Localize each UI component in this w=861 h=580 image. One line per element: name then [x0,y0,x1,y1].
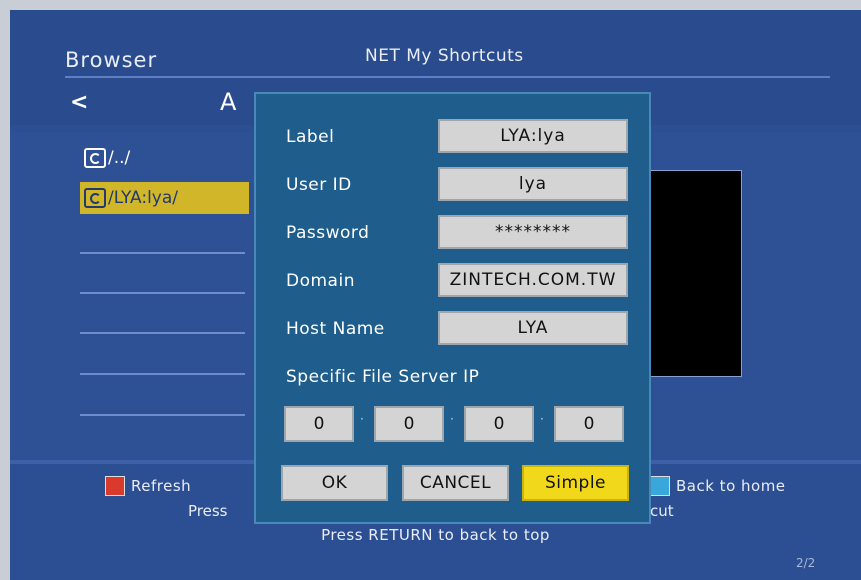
ip-dot: · [450,412,454,426]
back-home-label: Back to home [676,477,786,495]
label-field-label: Label [286,127,335,147]
label-field[interactable]: LYA:lya [438,119,628,153]
red-key-icon [105,476,125,496]
list-item-label: /LYA:lya/ [108,188,178,208]
password-field[interactable]: ******** [438,215,628,249]
user-id-label: User ID [286,175,352,195]
ip-octet-1[interactable]: 0 [284,406,354,442]
list-divider [80,332,245,334]
cancel-button[interactable]: CANCEL [402,465,509,501]
list-divider [80,373,245,375]
refresh-hint[interactable]: Refresh [105,476,191,496]
network-folder-icon [84,188,106,208]
domain-label: Domain [286,271,355,291]
shortcut-dialog: Label LYA:lya User ID lya Password *****… [254,92,651,524]
ok-button[interactable]: OK [281,465,388,501]
list-item-lya[interactable]: /LYA:lya/ [80,182,249,214]
host-name-label: Host Name [286,319,385,339]
ip-octet-2[interactable]: 0 [374,406,444,442]
back-arrow-icon[interactable]: < [70,90,88,115]
tv-screen: Browser NET My Shortcuts < A /../ /LYA:l… [10,10,861,580]
page-title: NET My Shortcuts [365,46,524,66]
return-hint: Press RETURN to back to top [321,526,550,544]
ip-octet-4[interactable]: 0 [554,406,624,442]
password-label: Password [286,223,370,243]
user-id-field[interactable]: lya [438,167,628,201]
ip-dot: · [360,412,364,426]
refresh-label: Refresh [131,477,192,495]
list-item-parent[interactable]: /../ [80,142,249,174]
header-divider [65,76,830,78]
ip-label: Specific File Server IP [286,367,480,387]
host-name-field[interactable]: LYA [438,311,628,345]
breadcrumb: A [220,88,237,116]
list-item-label: /../ [108,148,131,168]
ip-octet-3[interactable]: 0 [464,406,534,442]
list-divider [80,414,245,416]
hint-text-left: Press [188,502,228,520]
domain-field[interactable]: ZINTECH.COM.TW [438,263,628,297]
list-divider [80,252,245,254]
app-title: Browser [65,48,158,72]
page-indicator: 2/2 [796,556,816,570]
back-home-hint[interactable]: Back to home [650,476,786,496]
blue-key-icon [650,476,670,496]
list-divider [80,292,245,294]
simple-button[interactable]: Simple [522,465,629,501]
network-folder-icon [84,148,106,168]
ip-dot: · [540,412,544,426]
